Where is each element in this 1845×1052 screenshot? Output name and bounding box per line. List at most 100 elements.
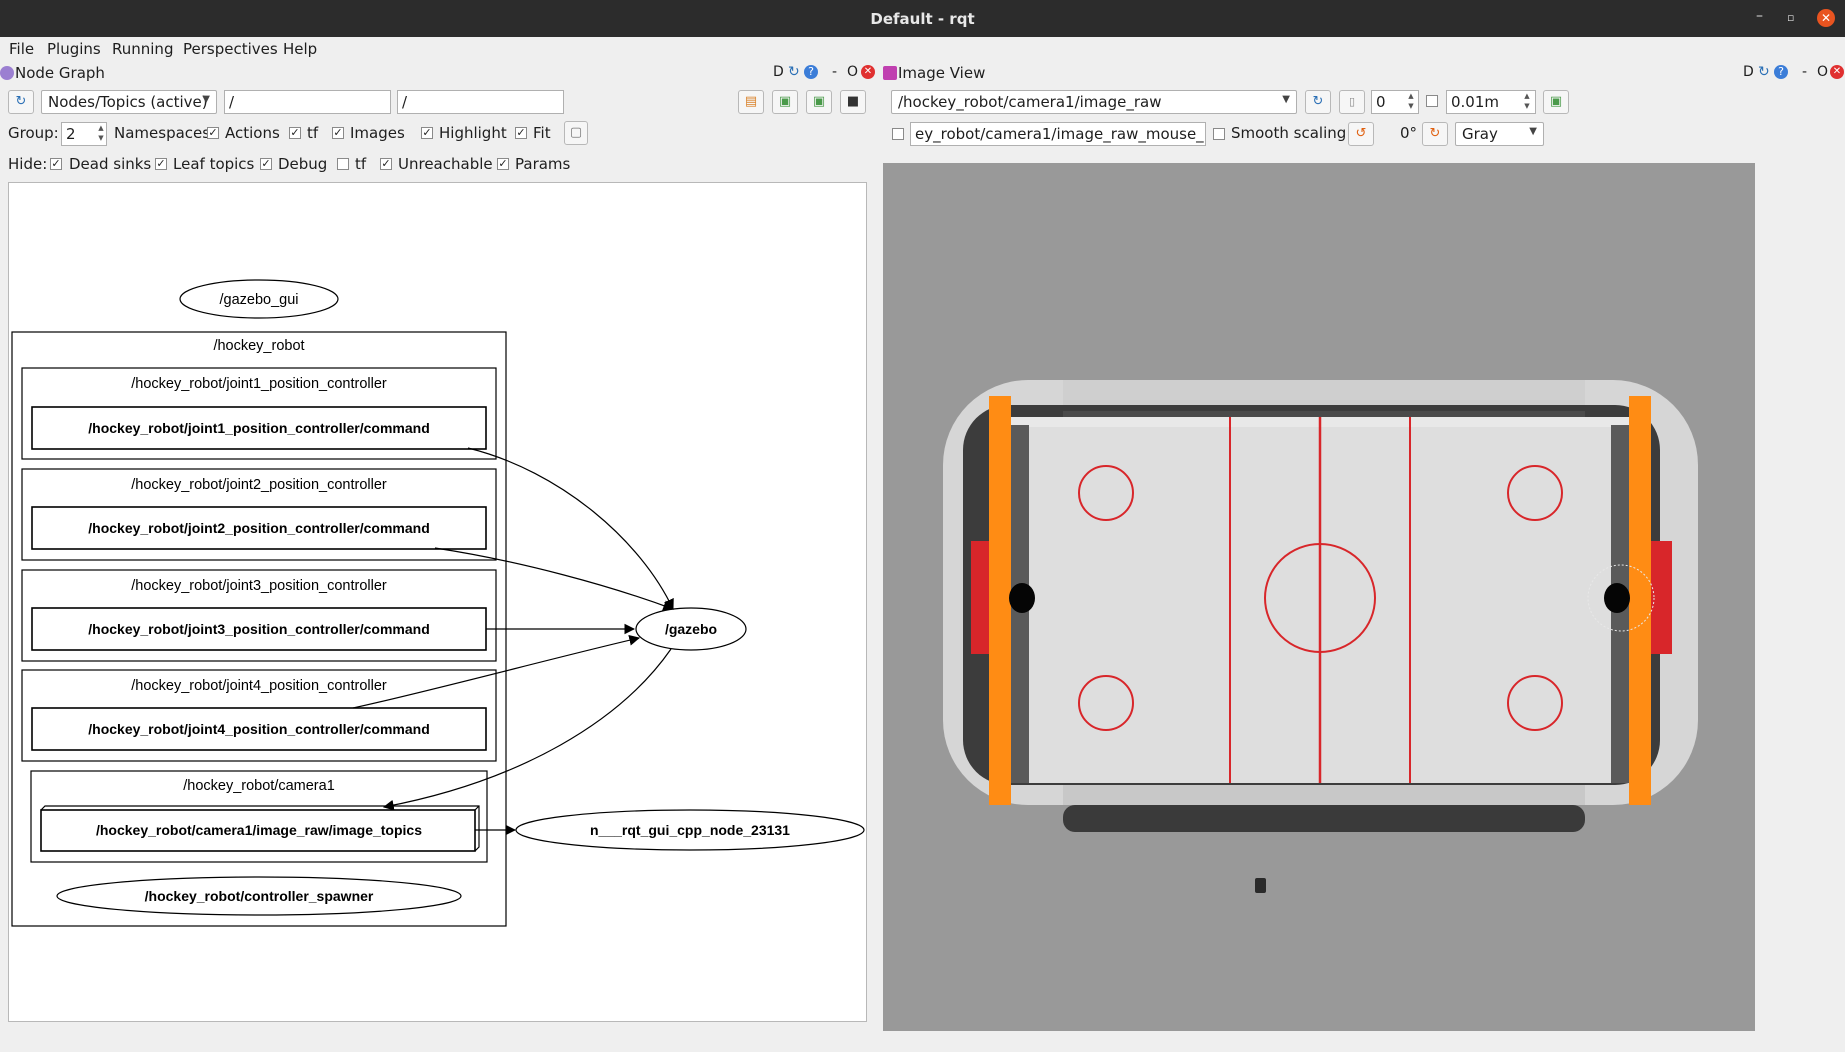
- maximize-icon[interactable]: ▫: [1787, 11, 1794, 24]
- joint4-cluster-label: /hockey_robot/joint4_position_controller: [131, 678, 387, 694]
- reload-icon[interactable]: ↻: [788, 64, 800, 80]
- right-puck: [1604, 583, 1630, 613]
- highlight-label: Highlight: [439, 124, 507, 142]
- actions-checkbox[interactable]: ✓: [207, 127, 219, 139]
- edge-joint2-gazebo: [434, 547, 675, 611]
- smooth-scaling-checkbox[interactable]: [1213, 128, 1225, 140]
- float-panel-icon[interactable]: O: [847, 64, 858, 80]
- hide-debug-label: Debug: [278, 155, 328, 173]
- color-scheme-select[interactable]: Gray ▼: [1455, 122, 1544, 146]
- left-paddle: [989, 396, 1011, 805]
- dock-icon[interactable]: D: [773, 64, 784, 80]
- window-title: Default - rqt: [870, 10, 975, 28]
- close-icon[interactable]: ✕: [1817, 9, 1835, 27]
- right-goal: [1650, 541, 1672, 654]
- hockey-robot-label: /hockey_robot: [213, 338, 304, 354]
- save-svg-icon[interactable]: ▣: [806, 90, 832, 114]
- small-object: [1255, 878, 1266, 893]
- left-puck: [1009, 583, 1035, 613]
- right-paddle: [1629, 396, 1651, 805]
- save-dot-icon[interactable]: ▣: [772, 90, 798, 114]
- node-filter-input[interactable]: /: [224, 90, 391, 114]
- images-label: Images: [350, 124, 405, 142]
- tf-label: tf: [307, 124, 319, 142]
- iv-help-icon[interactable]: ?: [1774, 65, 1788, 79]
- hide-unreachable-checkbox[interactable]: ✓: [380, 158, 392, 170]
- spin-arrows-icon[interactable]: ▲ ▼: [95, 123, 107, 145]
- load-dot-icon[interactable]: ▤: [738, 90, 764, 114]
- topic-filter-input[interactable]: /: [397, 90, 564, 114]
- hide-tf-checkbox[interactable]: [337, 158, 349, 170]
- joint2-cluster-label: /hockey_robot/joint2_position_controller: [131, 477, 387, 493]
- refresh-graph-button[interactable]: ↻: [8, 90, 34, 114]
- minimize-icon[interactable]: –: [1756, 8, 1763, 24]
- graph-type-select[interactable]: Nodes/Topics (active) ▼: [41, 90, 217, 114]
- iv-minimize-panel-icon[interactable]: -: [1802, 64, 1807, 80]
- edge-joint1-gazebo: [467, 447, 674, 610]
- graph-canvas[interactable]: /gazebo_gui /hockey_robot /hockey_robot/…: [8, 182, 867, 1022]
- hide-debug-checkbox[interactable]: ✓: [260, 158, 272, 170]
- menu-plugins[interactable]: Plugins: [47, 40, 101, 58]
- menu-perspectives[interactable]: Perspectives: [183, 40, 278, 58]
- joint3-cluster-label: /hockey_robot/joint3_position_controller: [131, 578, 387, 594]
- save-image-button[interactable]: ▣: [1543, 90, 1569, 114]
- image-topic-value: /hockey_robot/camera1/image_raw: [898, 93, 1162, 111]
- iv-float-panel-icon[interactable]: O: [1817, 64, 1828, 80]
- node-graph-svg: /gazebo_gui /hockey_robot /hockey_robot/…: [11, 279, 865, 927]
- namespaces-label: Namespaces: [114, 124, 211, 142]
- hide-unreachable-label: Unreachable: [398, 155, 493, 173]
- camera-image[interactable]: [883, 163, 1755, 1031]
- mouse-topic-input[interactable]: ey_robot/camera1/image_raw_mouse_left: [910, 122, 1206, 146]
- hide-leaf-topics-label: Leaf topics: [173, 155, 255, 173]
- max-spin-arrows-icon[interactable]: ▲ ▼: [1405, 91, 1417, 113]
- refresh-topics-button[interactable]: ↻: [1305, 90, 1331, 114]
- table-shadow: [1063, 805, 1585, 832]
- tf-checkbox[interactable]: ✓: [289, 127, 301, 139]
- menu-file[interactable]: File: [9, 40, 34, 58]
- hide-dead-sinks-checkbox[interactable]: ✓: [50, 158, 62, 170]
- iv-reload-icon[interactable]: ↻: [1758, 64, 1770, 80]
- iv-close-panel-icon[interactable]: ✕: [1830, 65, 1844, 79]
- image-view-plugin-icon: [883, 66, 897, 80]
- camera-cluster-label: /hockey_robot/camera1: [183, 778, 335, 794]
- hide-leaf-topics-checkbox[interactable]: ✓: [155, 158, 167, 170]
- joint3-command-label: /hockey_robot/joint3_position_controller…: [88, 621, 430, 637]
- window-titlebar: Default - rqt – ▫ ✕: [0, 0, 1845, 37]
- iv-dock-icon[interactable]: D: [1743, 64, 1754, 80]
- node-graph-title: Node Graph: [15, 64, 105, 82]
- node-graph-plugin-icon: [0, 66, 14, 80]
- hide-tf-label: tf: [355, 155, 367, 173]
- save-image-icon[interactable]: ■: [840, 90, 866, 114]
- joint1-command-label: /hockey_robot/joint1_position_controller…: [88, 420, 430, 436]
- depth-checkbox[interactable]: [1426, 95, 1438, 107]
- gazebo-label: /gazebo: [665, 621, 717, 637]
- fit-view-icon[interactable]: ▢: [564, 121, 588, 145]
- image-topics-label: /hockey_robot/camera1/image_raw/image_to…: [96, 822, 422, 838]
- help-icon[interactable]: ?: [804, 65, 818, 79]
- highlight-checkbox[interactable]: ✓: [421, 127, 433, 139]
- hide-params-checkbox[interactable]: ✓: [497, 158, 509, 170]
- minimize-panel-icon[interactable]: -: [832, 64, 837, 80]
- color-scheme-value: Gray: [1462, 125, 1498, 143]
- air-hockey-image: [943, 380, 1698, 893]
- chevron-down-icon: ▼: [202, 94, 210, 105]
- smooth-scaling-label: Smooth scaling: [1231, 124, 1347, 142]
- rotate-right-icon[interactable]: ↻: [1422, 122, 1448, 146]
- joint1-cluster-label: /hockey_robot/joint1_position_controller: [131, 376, 387, 392]
- depth-spin-arrows-icon[interactable]: ▲ ▼: [1521, 91, 1533, 113]
- chevron-down-icon: ▼: [1529, 126, 1537, 137]
- fit-checkbox[interactable]: ✓: [515, 127, 527, 139]
- left-goal: [971, 541, 991, 654]
- hide-params-label: Params: [515, 155, 571, 173]
- rotation-label: 0°: [1400, 124, 1418, 142]
- zoom-icon[interactable]: ▯: [1339, 90, 1365, 114]
- images-checkbox[interactable]: ✓: [332, 127, 344, 139]
- group-label: Group:: [8, 124, 59, 142]
- menu-running[interactable]: Running: [112, 40, 173, 58]
- menu-help[interactable]: Help: [283, 40, 317, 58]
- close-panel-icon[interactable]: ✕: [861, 65, 875, 79]
- rotate-left-icon[interactable]: ↺: [1348, 122, 1374, 146]
- image-view-title: Image View: [898, 64, 986, 82]
- mouse-publish-checkbox[interactable]: [892, 128, 904, 140]
- image-topic-select[interactable]: /hockey_robot/camera1/image_raw ▼: [891, 90, 1297, 114]
